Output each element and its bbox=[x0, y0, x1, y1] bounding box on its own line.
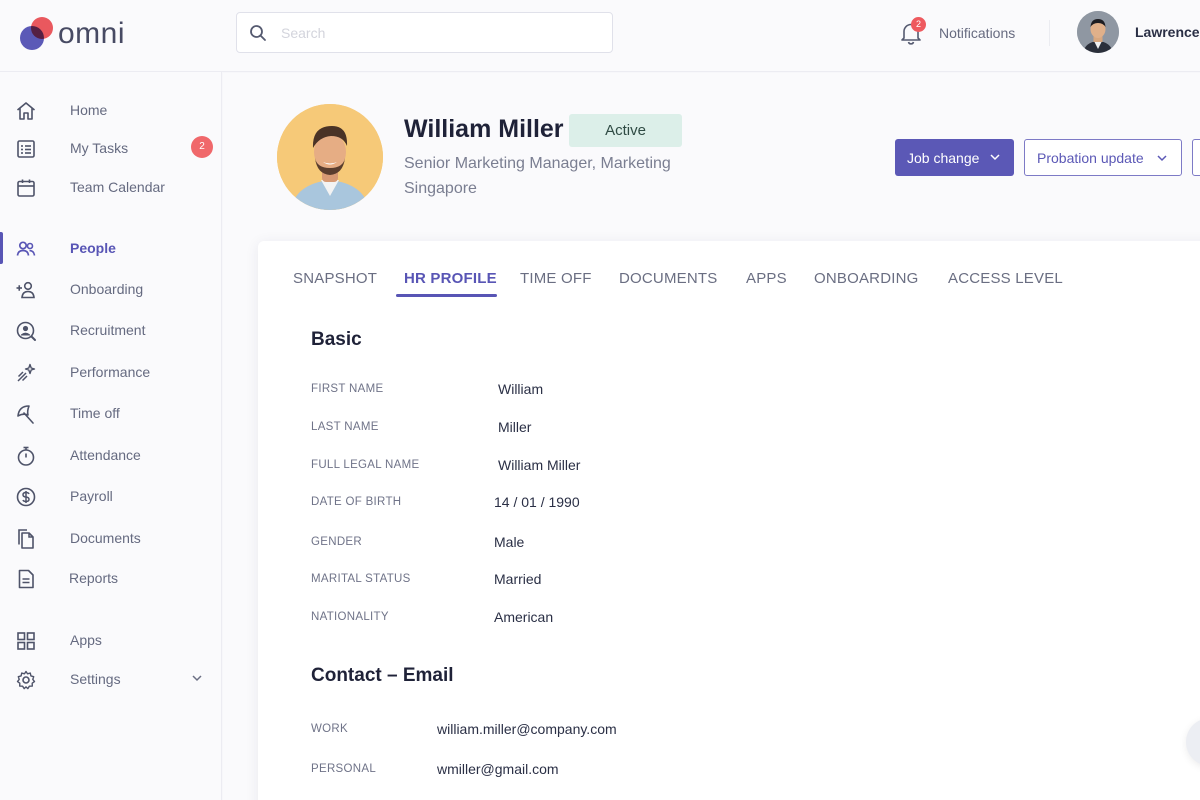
sidebar-item-label: Payroll bbox=[70, 488, 113, 504]
chevron-down-icon bbox=[192, 675, 202, 682]
recruitment-icon bbox=[16, 321, 36, 341]
field-label-last-name: LAST NAME bbox=[311, 421, 379, 433]
field-value-full-legal-name: William Miller bbox=[498, 457, 581, 473]
umbrella-icon bbox=[17, 405, 34, 424]
sidebar-item-performance[interactable]: Performance bbox=[0, 354, 222, 390]
field-label-nationality: NATIONALITY bbox=[311, 611, 389, 623]
sidebar-item-settings[interactable]: Settings bbox=[0, 661, 222, 697]
probation-update-label: Probation update bbox=[1037, 149, 1144, 166]
user-name: Lawrence bbox=[1135, 24, 1200, 40]
field-label-first-name: FIRST NAME bbox=[311, 383, 384, 395]
tab-apps[interactable]: APPS bbox=[746, 270, 787, 287]
profile-name: William Miller bbox=[404, 115, 564, 143]
field-label-marital-status: MARITAL STATUS bbox=[311, 573, 411, 585]
field-value-last-name: Miller bbox=[498, 419, 532, 435]
sidebar-item-label: Time off bbox=[70, 405, 120, 421]
tab-documents[interactable]: DOCUMENTS bbox=[619, 270, 717, 287]
sidebar-item-people[interactable]: People bbox=[0, 230, 222, 266]
chevron-down-icon bbox=[990, 154, 1000, 161]
search-icon bbox=[250, 25, 266, 41]
sidebar-item-reports[interactable]: Reports bbox=[0, 560, 222, 596]
sidebar-item-team-calendar[interactable]: Team Calendar bbox=[0, 169, 222, 205]
field-value-date-of-birth: 14 / 01 / 1990 bbox=[494, 494, 580, 510]
sidebar-item-onboarding[interactable]: Onboarding bbox=[0, 271, 222, 307]
sidebar-item-recruitment[interactable]: Recruitment bbox=[0, 312, 222, 348]
tasks-count-badge: 2 bbox=[191, 136, 213, 158]
chevron-down-icon bbox=[1157, 155, 1167, 162]
profile-card bbox=[258, 241, 1200, 800]
tab-time-off[interactable]: TIME OFF bbox=[520, 270, 592, 287]
job-change-label: Job change bbox=[907, 149, 980, 166]
field-label-full-legal-name: FULL LEGAL NAME bbox=[311, 459, 420, 471]
field-label-personal-email: PERSONAL bbox=[311, 763, 377, 775]
logo-text: omni bbox=[58, 17, 126, 50]
sidebar-item-apps[interactable]: Apps bbox=[0, 622, 222, 658]
field-label-date-of-birth: DATE OF BIRTH bbox=[311, 496, 402, 508]
apps-icon bbox=[17, 632, 35, 650]
notifications-label: Notifications bbox=[939, 25, 1016, 41]
top-bar: omni 2 Notifications bbox=[0, 0, 1200, 72]
search-box[interactable] bbox=[236, 12, 613, 53]
user-avatar bbox=[1077, 11, 1119, 53]
sparkle-icon bbox=[17, 363, 36, 382]
section-title-contact-email: Contact – Email bbox=[311, 665, 454, 686]
field-value-nationality: American bbox=[494, 609, 554, 625]
field-value-first-name: William bbox=[498, 381, 544, 397]
more-actions-button[interactable] bbox=[1192, 139, 1200, 176]
sidebar-item-label: Recruitment bbox=[70, 322, 146, 338]
field-label-gender: GENDER bbox=[311, 536, 363, 548]
field-value-marital-status: Married bbox=[494, 571, 542, 587]
calendar-icon bbox=[17, 179, 35, 197]
sidebar-item-label: Apps bbox=[70, 632, 102, 648]
dollar-icon bbox=[16, 487, 36, 507]
profile-avatar bbox=[277, 104, 383, 210]
report-icon bbox=[18, 569, 34, 589]
sidebar-item-my-tasks[interactable]: My Tasks 2 bbox=[0, 130, 222, 166]
stopwatch-icon bbox=[17, 446, 35, 466]
sidebar-item-label: Performance bbox=[70, 364, 151, 380]
sidebar-item-home[interactable]: Home bbox=[0, 92, 222, 128]
sidebar-item-label: People bbox=[70, 240, 116, 256]
field-label-work-email: WORK bbox=[311, 723, 348, 735]
sidebar-item-label: Settings bbox=[70, 671, 121, 687]
sidebar-item-label: Team Calendar bbox=[70, 179, 165, 195]
sidebar-item-payroll[interactable]: Payroll bbox=[0, 478, 222, 514]
sidebar-item-label: Documents bbox=[70, 530, 141, 546]
profile-location: Singapore bbox=[404, 180, 477, 197]
field-value-gender: Male bbox=[494, 534, 525, 550]
field-value-personal-email: wmiller@gmail.com bbox=[437, 761, 559, 777]
sidebar-item-label: Home bbox=[70, 102, 108, 118]
people-icon bbox=[16, 241, 36, 256]
sidebar-item-label: Attendance bbox=[70, 447, 141, 463]
job-change-button[interactable]: Job change bbox=[895, 139, 1014, 176]
tasks-icon bbox=[17, 140, 35, 158]
tab-access-level[interactable]: ACCESS LEVEL bbox=[948, 270, 1063, 287]
probation-update-button[interactable]: Probation update bbox=[1024, 139, 1182, 176]
add-user-icon bbox=[16, 281, 35, 299]
documents-icon bbox=[18, 529, 34, 549]
top-divider bbox=[1049, 20, 1050, 46]
sidebar-item-label: Onboarding bbox=[70, 281, 144, 297]
notifications-button[interactable]: 2 Notifications bbox=[898, 16, 1015, 50]
active-tab-indicator bbox=[396, 294, 497, 297]
home-icon bbox=[16, 102, 36, 120]
tab-snapshot[interactable]: SNAPSHOT bbox=[293, 270, 377, 287]
profile-job-title: Senior Marketing Manager, Marketing bbox=[404, 155, 671, 172]
logo-mark bbox=[20, 16, 56, 52]
sidebar-item-documents[interactable]: Documents bbox=[0, 520, 222, 556]
tab-hr-profile[interactable]: HR PROFILE bbox=[404, 270, 497, 287]
section-title-basic: Basic bbox=[311, 329, 362, 350]
user-menu[interactable]: Lawrence bbox=[1077, 11, 1200, 53]
field-value-work-email: william.miller@company.com bbox=[437, 721, 617, 737]
tab-onboarding[interactable]: ONBOARDING bbox=[814, 270, 919, 287]
logo[interactable]: omni bbox=[20, 14, 125, 54]
sidebar-item-time-off[interactable]: Time off bbox=[0, 395, 222, 431]
sidebar-item-label: Reports bbox=[69, 570, 119, 586]
sidebar-item-label: My Tasks bbox=[70, 140, 129, 156]
status-badge: Active bbox=[569, 114, 682, 147]
search-input[interactable] bbox=[281, 21, 601, 45]
sidebar-item-attendance[interactable]: Attendance bbox=[0, 437, 222, 473]
gear-icon bbox=[16, 670, 36, 690]
notification-count-badge: 2 bbox=[911, 17, 926, 32]
